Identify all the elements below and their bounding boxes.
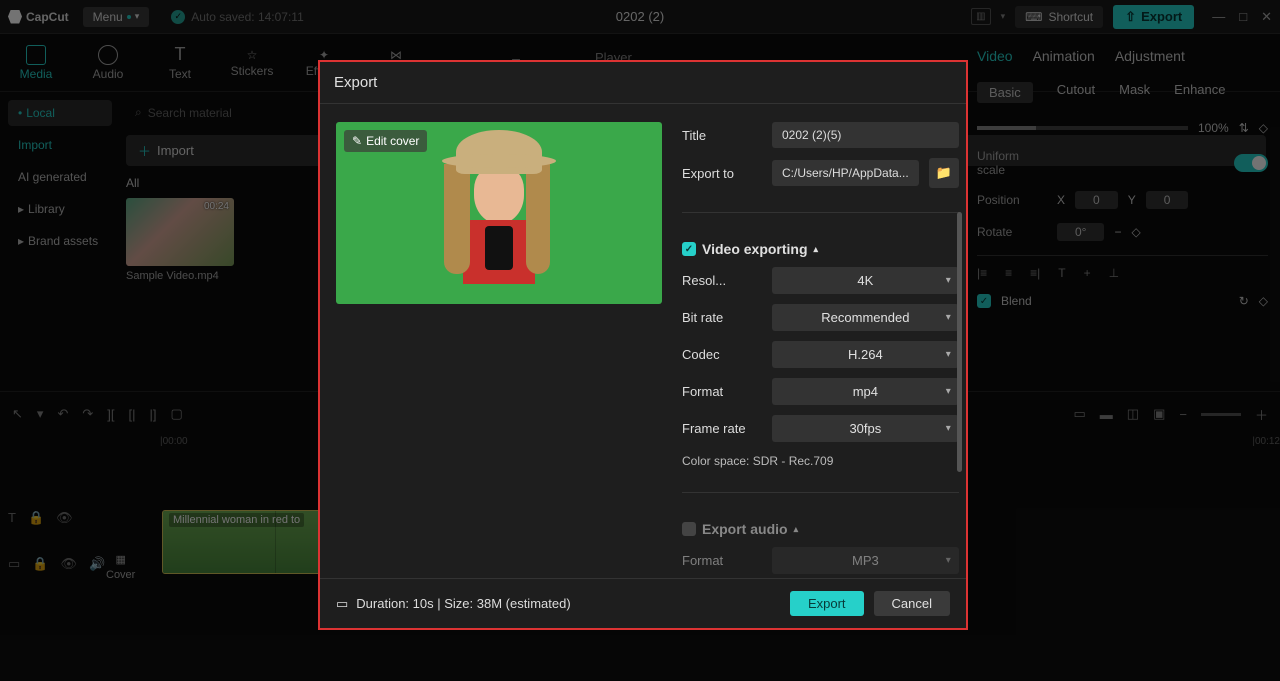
codec-label: Codec	[682, 347, 762, 362]
framerate-select[interactable]: 30fps	[772, 415, 959, 442]
video-checkbox[interactable]: ✓	[682, 242, 696, 256]
footer-info: ▭ Duration: 10s | Size: 38M (estimated)	[336, 596, 571, 612]
edit-cover-button[interactable]: ✎ Edit cover	[344, 130, 427, 152]
audio-checkbox[interactable]: ✓	[682, 522, 696, 536]
format-label: Format	[682, 384, 762, 399]
cover-preview: ✎ Edit cover	[336, 122, 662, 304]
audio-format-select[interactable]: MP3	[772, 547, 959, 574]
export-form: Title 0202 (2)(5) Export to C:/Users/HP/…	[682, 122, 965, 578]
resolution-label: Resol...	[682, 273, 762, 288]
video-section[interactable]: ✓ Video exporting ▴	[682, 241, 959, 257]
resolution-select[interactable]: 4K	[772, 267, 959, 294]
exportto-input[interactable]: C:/Users/HP/AppData...	[772, 160, 919, 186]
bitrate-label: Bit rate	[682, 310, 762, 325]
scrollbar[interactable]	[957, 212, 962, 472]
exportto-label: Export to	[682, 166, 762, 181]
audio-section[interactable]: ✓ Export audio ▴	[682, 521, 959, 537]
export-confirm-button[interactable]: Export	[790, 591, 864, 616]
framerate-label: Frame rate	[682, 421, 762, 436]
audio-format-label: Format	[682, 553, 762, 568]
folder-icon[interactable]: 📁	[929, 158, 959, 188]
cancel-button[interactable]: Cancel	[874, 591, 950, 616]
export-dialog: Export ✎ Edit cover Title 0202 (2)(5) Ex…	[318, 60, 968, 630]
format-select[interactable]: mp4	[772, 378, 959, 405]
pencil-icon: ✎	[352, 134, 362, 148]
film-icon: ▭	[336, 596, 348, 612]
chevron-up-icon: ▴	[814, 244, 819, 255]
dialog-title: Export	[320, 62, 966, 104]
bitrate-select[interactable]: Recommended	[772, 304, 959, 331]
title-input[interactable]: 0202 (2)(5)	[772, 122, 959, 148]
cover-illustration	[424, 130, 574, 300]
codec-select[interactable]: H.264	[772, 341, 959, 368]
chevron-up-icon: ▴	[794, 524, 799, 535]
colorspace-text: Color space: SDR - Rec.709	[682, 454, 959, 468]
title-label: Title	[682, 128, 762, 143]
